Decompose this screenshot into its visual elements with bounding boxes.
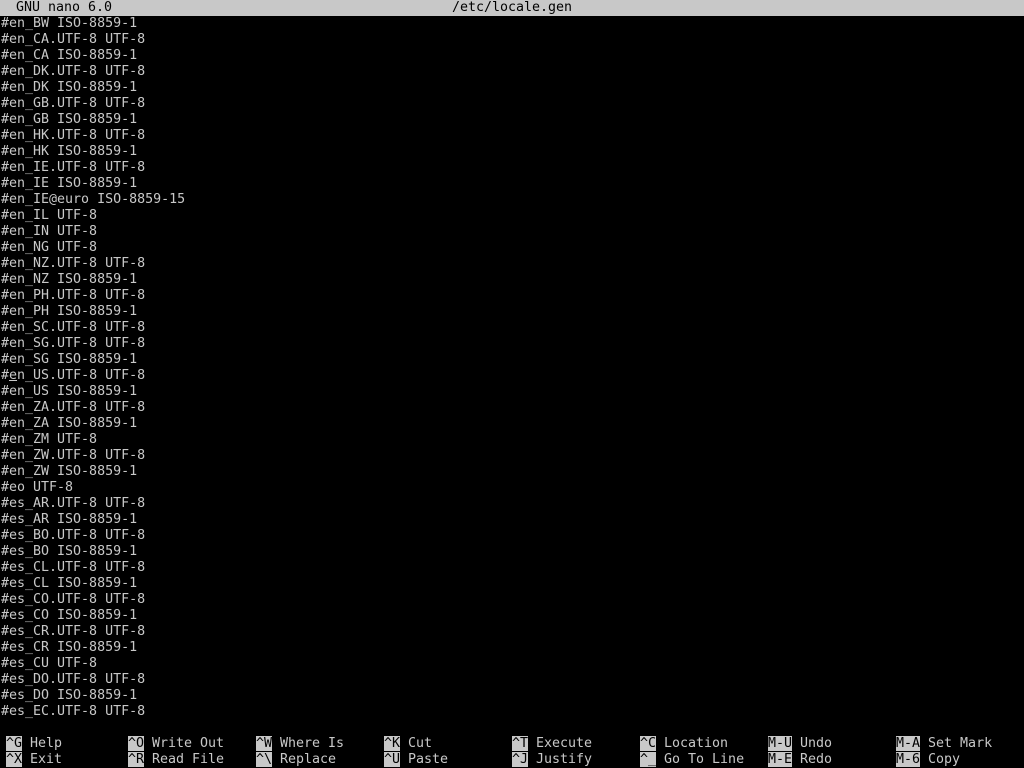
editor-line[interactable]: #en_ZA.UTF-8 UTF-8 — [0, 400, 1024, 416]
editor-line[interactable]: #es_BO.UTF-8 UTF-8 — [0, 528, 1024, 544]
editor-line[interactable]: #es_CL.UTF-8 UTF-8 — [0, 560, 1024, 576]
editor-line[interactable]: #es_CR ISO-8859-1 — [0, 640, 1024, 656]
shortcut-key: M-E — [768, 752, 793, 767]
editor-line[interactable]: #en_US.UTF-8 UTF-8 — [0, 368, 1024, 384]
editor-line[interactable]: #eo UTF-8 — [0, 480, 1024, 496]
shortcut-key: ^U — [384, 752, 401, 767]
editor-line[interactable]: #en_NZ.UTF-8 UTF-8 — [0, 256, 1024, 272]
shortcut-label: Copy — [928, 752, 961, 767]
shortcut-location[interactable]: ^C Location — [640, 736, 728, 752]
editor-line[interactable]: #en_HK ISO-8859-1 — [0, 144, 1024, 160]
editor-line[interactable]: #en_ZW.UTF-8 UTF-8 — [0, 448, 1024, 464]
editor-line[interactable]: #en_PH.UTF-8 UTF-8 — [0, 288, 1024, 304]
editor-line[interactable]: #en_SG.UTF-8 UTF-8 — [0, 336, 1024, 352]
editor-line[interactable]: #es_CO.UTF-8 UTF-8 — [0, 592, 1024, 608]
shortcut-label: Help — [30, 736, 63, 751]
shortcut-key: ^J — [512, 752, 529, 767]
shortcut-label: Justify — [536, 752, 593, 767]
editor-line[interactable]: #en_DK ISO-8859-1 — [0, 80, 1024, 96]
shortcut-key: M-U — [768, 736, 793, 751]
editor-line[interactable]: #es_CU UTF-8 — [0, 656, 1024, 672]
shortcut-help[interactable]: ^G Help — [6, 736, 62, 752]
editor-line[interactable]: #en_NG UTF-8 — [0, 240, 1024, 256]
shortcut-label: Read File — [152, 752, 225, 767]
shortcut-undo[interactable]: M-U Undo — [768, 736, 832, 752]
shortcut-label: Exit — [30, 752, 63, 767]
file-name: /etc/locale.gen — [451, 0, 573, 15]
shortcut-cut[interactable]: ^K Cut — [384, 736, 432, 752]
editor-line[interactable]: #es_CR.UTF-8 UTF-8 — [0, 624, 1024, 640]
shortcut-label: Set Mark — [928, 736, 993, 751]
editor-line[interactable]: #en_IN UTF-8 — [0, 224, 1024, 240]
text-cursor: e — [9, 368, 18, 383]
editor-line[interactable]: #en_SC.UTF-8 UTF-8 — [0, 320, 1024, 336]
editor-line[interactable]: #en_HK.UTF-8 UTF-8 — [0, 128, 1024, 144]
editor-line[interactable]: #en_GB ISO-8859-1 — [0, 112, 1024, 128]
shortcut-label: Undo — [800, 736, 833, 751]
line-text-rest: n_US.UTF-8 UTF-8 — [17, 368, 146, 383]
editor-line[interactable]: #en_NZ ISO-8859-1 — [0, 272, 1024, 288]
editor-line[interactable]: #es_AR.UTF-8 UTF-8 — [0, 496, 1024, 512]
editor-line[interactable]: #en_IE ISO-8859-1 — [0, 176, 1024, 192]
shortcut-replace[interactable]: ^\ Replace — [256, 752, 336, 768]
editor-line[interactable]: #en_CA ISO-8859-1 — [0, 48, 1024, 64]
shortcut-label: Redo — [800, 752, 833, 767]
shortcut-label: Execute — [536, 736, 593, 751]
editor-line[interactable]: #en_ZW ISO-8859-1 — [0, 464, 1024, 480]
title-bar: GNU nano 6.0 /etc/locale.gen — [0, 0, 1024, 16]
shortcut-where-is[interactable]: ^W Where Is — [256, 736, 344, 752]
editor-area[interactable]: #en_BW ISO-8859-1 #en_CA.UTF-8 UTF-8 #en_C… — [0, 16, 1024, 720]
shortcut-key: M-A — [896, 736, 921, 751]
editor-line[interactable]: #es_AR ISO-8859-1 — [0, 512, 1024, 528]
editor-line[interactable]: #en_IL UTF-8 — [0, 208, 1024, 224]
editor-line[interactable]: #es_CL ISO-8859-1 — [0, 576, 1024, 592]
editor-line[interactable]: #es_DO ISO-8859-1 — [0, 688, 1024, 704]
shortcut-label: Go To Line — [664, 752, 745, 767]
shortcut-exit[interactable]: ^X Exit — [6, 752, 62, 768]
shortcut-label: Paste — [408, 752, 449, 767]
shortcut-key: ^G — [6, 736, 23, 751]
shortcut-key: M-6 — [896, 752, 921, 767]
editor-line[interactable]: #en_CA.UTF-8 UTF-8 — [0, 32, 1024, 48]
shortcut-key: ^R — [128, 752, 145, 767]
editor-line[interactable]: #es_EC.UTF-8 UTF-8 — [0, 704, 1024, 720]
editor-line[interactable]: #es_BO ISO-8859-1 — [0, 544, 1024, 560]
editor-line[interactable]: #en_ZA ISO-8859-1 — [0, 416, 1024, 432]
editor-line[interactable]: #en_SG ISO-8859-1 — [0, 352, 1024, 368]
shortcut-redo[interactable]: M-E Redo — [768, 752, 832, 768]
shortcut-execute[interactable]: ^T Execute — [512, 736, 592, 752]
shortcut-go-to-line[interactable]: ^_ Go To Line — [640, 752, 744, 768]
shortcut-label: Cut — [408, 736, 433, 751]
shortcut-key: ^T — [512, 736, 529, 751]
shortcut-key: ^X — [6, 752, 23, 767]
shortcut-key: ^K — [384, 736, 401, 751]
editor-line[interactable]: #en_BW ISO-8859-1 — [0, 16, 1024, 32]
editor-line[interactable]: #es_DO.UTF-8 UTF-8 — [0, 672, 1024, 688]
shortcut-key: ^\ — [256, 752, 273, 767]
shortcut-key: ^C — [640, 736, 657, 751]
shortcut-read-file[interactable]: ^R Read File — [128, 752, 224, 768]
shortcut-label: Replace — [280, 752, 337, 767]
shortcut-label: Write Out — [152, 736, 225, 751]
line-text-prefix: # — [1, 368, 10, 383]
shortcut-label: Where Is — [280, 736, 345, 751]
shortcut-key: ^W — [256, 736, 273, 751]
shortcut-key: ^O — [128, 736, 145, 751]
editor-line[interactable]: #en_IE.UTF-8 UTF-8 — [0, 160, 1024, 176]
shortcut-set-mark[interactable]: M-A Set Mark — [896, 736, 992, 752]
editor-line[interactable]: #en_IE@euro ISO-8859-15 — [0, 192, 1024, 208]
editor-line[interactable]: #en_PH ISO-8859-1 — [0, 304, 1024, 320]
shortcut-label: Location — [664, 736, 729, 751]
shortcut-copy[interactable]: M-6 Copy — [896, 752, 960, 768]
shortcut-justify[interactable]: ^J Justify — [512, 752, 592, 768]
editor-line[interactable]: #es_CO ISO-8859-1 — [0, 608, 1024, 624]
editor-line[interactable]: #en_ZM UTF-8 — [0, 432, 1024, 448]
shortcut-paste[interactable]: ^U Paste — [384, 752, 448, 768]
editor-line[interactable]: #en_DK.UTF-8 UTF-8 — [0, 64, 1024, 80]
editor-line[interactable]: #en_US ISO-8859-1 — [0, 384, 1024, 400]
shortcut-key: ^_ — [640, 752, 657, 767]
shortcut-write-out[interactable]: ^O Write Out — [128, 736, 224, 752]
shortcut-bar: ^G Help ^O Write Out ^W Where Is ^K Cut ^T Execut… — [0, 736, 1024, 768]
editor-line[interactable]: #en_GB.UTF-8 UTF-8 — [0, 96, 1024, 112]
